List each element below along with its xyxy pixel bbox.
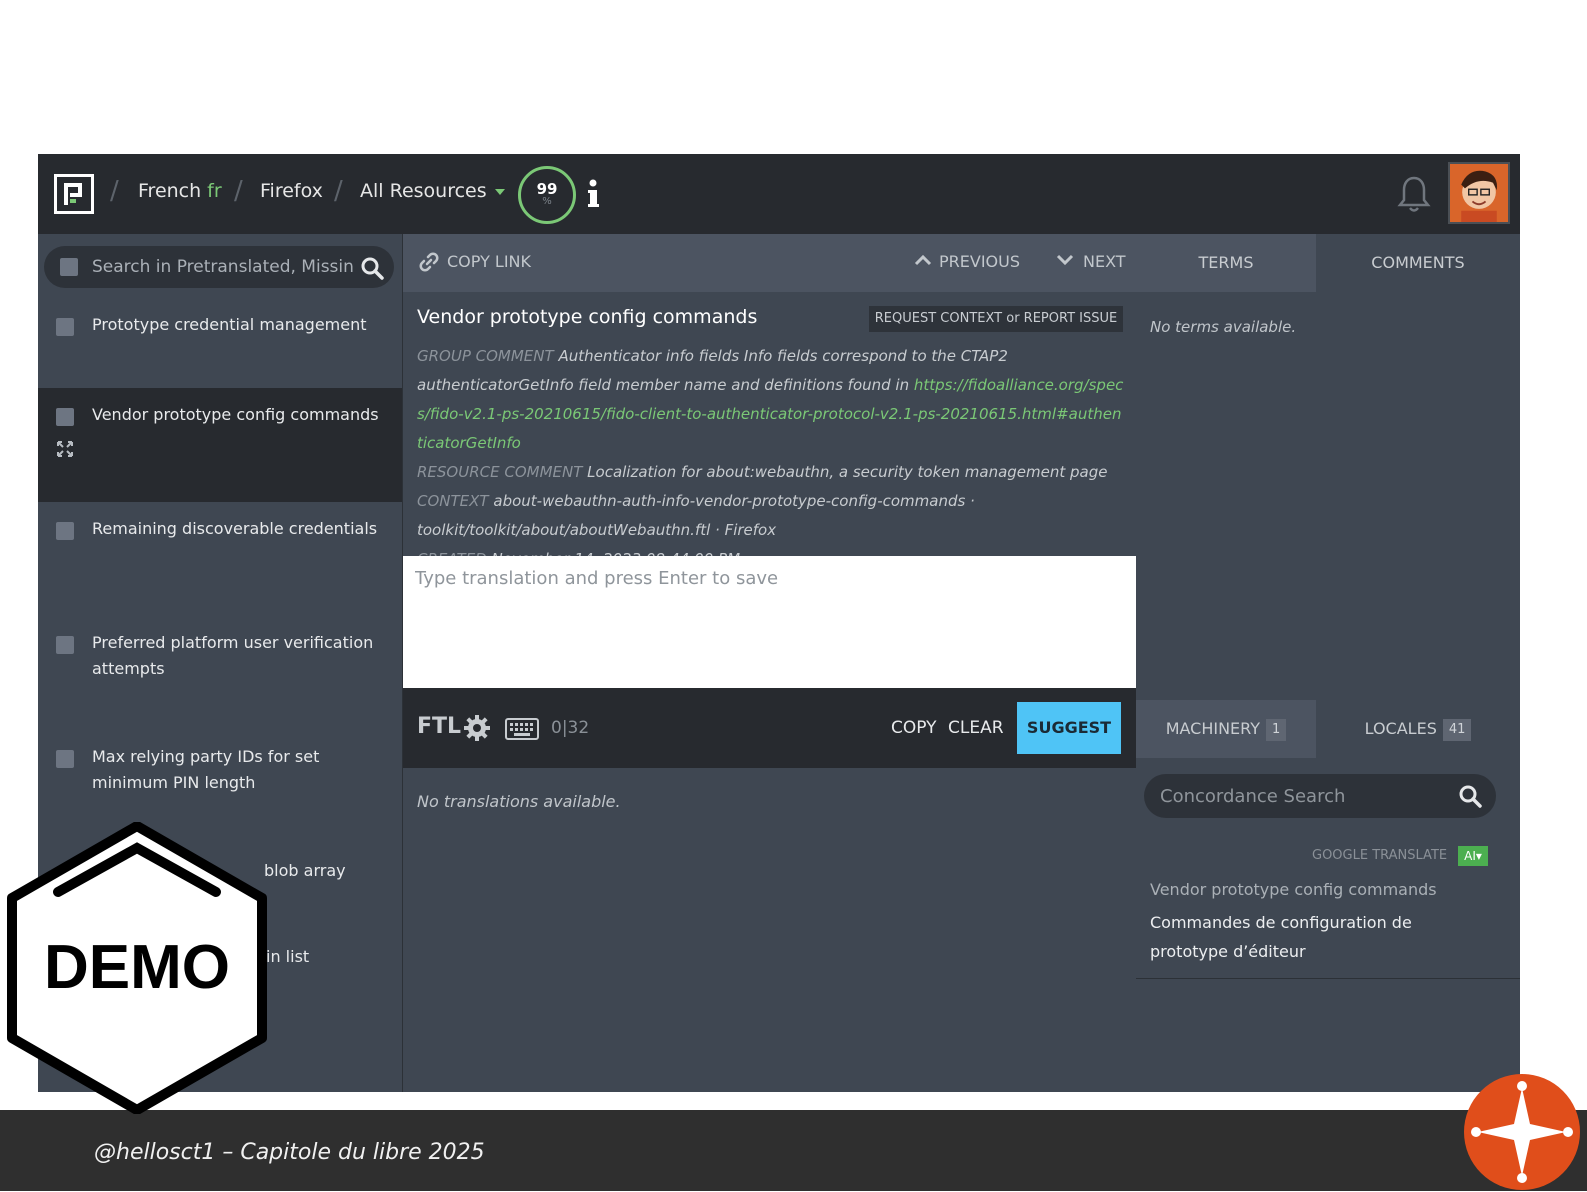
translation-editor xyxy=(403,556,1137,688)
list-item[interactable]: Vendor prototype config commands xyxy=(38,388,402,502)
search-icon[interactable] xyxy=(360,256,384,280)
keyboard-icon[interactable] xyxy=(505,718,539,740)
entity-label: in list xyxy=(266,947,310,966)
search-icon[interactable] xyxy=(1458,784,1482,808)
editor-toolbar: FTL 0|32 COPY CLEAR SUGGEST xyxy=(403,688,1137,768)
ai-label: AI xyxy=(1464,849,1476,863)
locales-label: LOCALES xyxy=(1364,719,1437,738)
suggest-button[interactable]: SUGGEST xyxy=(1017,702,1121,754)
entity-label: Remaining discoverable credentials xyxy=(92,519,378,538)
context: CONTEXT about-webauthn-auth-info-vendor-… xyxy=(417,487,1127,545)
slide-footer: @hellosct1 – Capitole du libre 2025 xyxy=(0,1110,1587,1191)
context-text[interactable]: about-webauthn-auth-info-vendor-prototyp… xyxy=(417,492,975,539)
no-terms-message: No terms available. xyxy=(1150,318,1297,336)
locales-count-badge: 41 xyxy=(1442,718,1472,741)
list-item[interactable]: Max relying party IDs for set minimum PI… xyxy=(38,744,402,818)
machinery-label: MACHINERY xyxy=(1165,719,1261,738)
entity-navigation: COPY LINK PREVIOUS NEXT xyxy=(403,234,1137,292)
breadcrumb-project[interactable]: Firefox xyxy=(260,180,323,202)
ftl-label: FTL xyxy=(417,714,462,739)
breadcrumb-separator: / xyxy=(110,176,119,206)
entity-checkbox[interactable] xyxy=(56,636,74,654)
ai-dropdown[interactable]: AI▾ xyxy=(1458,846,1488,866)
google-translate-label: GOOGLE TRANSLATE xyxy=(1312,848,1448,863)
entity-label: blob array xyxy=(264,861,346,880)
pontoon-logo-icon xyxy=(64,183,82,205)
locale-code: fr xyxy=(207,180,222,202)
link-icon[interactable] xyxy=(417,250,441,274)
request-context-button[interactable]: REQUEST CONTEXT or REPORT ISSUE xyxy=(869,306,1123,332)
breadcrumb-resource[interactable]: All Resources xyxy=(360,180,505,202)
occitan-cross-icon xyxy=(1464,1074,1580,1190)
breadcrumb-locale[interactable]: French fr xyxy=(138,180,222,202)
machinery-source: Vendor prototype config commands xyxy=(1150,880,1437,899)
progress-unit: % xyxy=(542,196,552,207)
entity-checkbox[interactable] xyxy=(56,318,74,336)
resource-name: All Resources xyxy=(360,180,487,202)
progress-value: 99 xyxy=(536,180,558,198)
progress-chart[interactable]: 99 % xyxy=(518,166,576,224)
resource-comment-text: Localization for about:webauthn, a secur… xyxy=(587,463,1108,481)
entity-metadata: GROUP COMMENT Authenticator info fields … xyxy=(417,342,1127,574)
machinery-count-badge: 1 xyxy=(1266,718,1287,741)
entity-label: Preferred platform user verification att… xyxy=(92,633,374,678)
footer-caption: @hellosct1 – Capitole du libre 2025 xyxy=(94,1140,485,1165)
pontoon-logo[interactable] xyxy=(54,174,94,214)
copy-link-button[interactable]: COPY LINK xyxy=(447,252,531,271)
breadcrumb-separator: / xyxy=(334,176,343,206)
entity-search xyxy=(44,246,394,288)
source-string: Vendor prototype config commands xyxy=(417,306,758,328)
helpers-panel: TERMS COMMENTS No terms available. MACHI… xyxy=(1136,234,1520,1092)
next-button[interactable]: NEXT xyxy=(1083,252,1126,271)
resource-comment: RESOURCE COMMENT Localization for about:… xyxy=(417,458,1127,487)
group-comment: GROUP COMMENT Authenticator info fields … xyxy=(417,342,1127,458)
entity-label: Prototype credential management xyxy=(92,315,367,334)
translation-input[interactable] xyxy=(415,568,1119,678)
breadcrumb-separator: / xyxy=(234,176,243,206)
list-item[interactable]: Prototype credential management xyxy=(38,312,402,386)
chevron-down-icon[interactable] xyxy=(1055,252,1075,268)
gear-icon[interactable] xyxy=(463,714,491,742)
context-key: CONTEXT xyxy=(417,492,489,510)
concordance-search xyxy=(1144,774,1496,818)
entity-checkbox[interactable] xyxy=(56,408,74,426)
bell-icon[interactable] xyxy=(1396,174,1432,214)
demo-badge: DEMO xyxy=(7,822,267,1114)
no-translations-message: No translations available. xyxy=(417,792,621,811)
tab-terms[interactable]: TERMS xyxy=(1136,234,1316,292)
tab-comments[interactable]: COMMENTS xyxy=(1316,234,1520,292)
avatar[interactable] xyxy=(1448,162,1510,224)
entity-label: Vendor prototype config commands xyxy=(92,405,379,424)
entity-checkbox[interactable] xyxy=(56,522,74,540)
tab-locales[interactable]: LOCALES 41 xyxy=(1316,700,1520,758)
character-counter: 0|32 xyxy=(551,718,590,738)
copy-button[interactable]: COPY xyxy=(891,718,937,738)
resource-comment-key: RESOURCE COMMENT xyxy=(417,463,583,481)
search-input[interactable] xyxy=(92,252,354,282)
chevron-down-icon xyxy=(494,188,505,195)
entity-label: Max relying party IDs for set minimum PI… xyxy=(92,747,320,792)
concordance-input[interactable] xyxy=(1160,781,1440,811)
clear-button[interactable]: CLEAR xyxy=(948,718,1004,738)
locale-name: French xyxy=(138,180,202,202)
info-icon[interactable] xyxy=(586,178,600,210)
machinery-translation[interactable]: Commandes de configuration de prototype … xyxy=(1150,908,1480,966)
list-item[interactable]: Remaining discoverable credentials xyxy=(38,516,402,590)
user-avatar-image xyxy=(1450,164,1508,222)
editor-panel: COPY LINK PREVIOUS NEXT Vendor prototype… xyxy=(402,234,1138,1092)
top-navigation-bar: / French fr / Firefox / All Resources 99 … xyxy=(38,154,1520,234)
chevron-up-icon[interactable] xyxy=(913,252,933,268)
expand-icon[interactable] xyxy=(56,440,74,458)
group-comment-key: GROUP COMMENT xyxy=(417,347,554,365)
entity-checkbox[interactable] xyxy=(56,750,74,768)
previous-button[interactable]: PREVIOUS xyxy=(939,252,1020,271)
list-item[interactable]: Preferred platform user verification att… xyxy=(38,630,402,704)
demo-text: DEMO xyxy=(44,933,230,1002)
tab-machinery[interactable]: MACHINERY 1 xyxy=(1136,700,1316,758)
divider xyxy=(1136,978,1520,979)
select-all-checkbox[interactable] xyxy=(60,258,78,276)
